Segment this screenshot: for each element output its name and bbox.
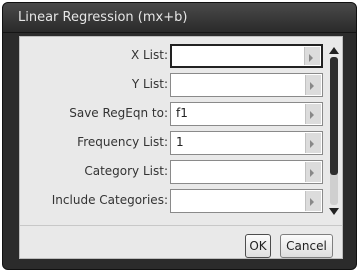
category-list-dropdown-button[interactable] (305, 162, 321, 182)
y-list-field[interactable] (170, 73, 323, 97)
chevron-right-icon (310, 82, 314, 90)
include-categories-row: Include Categories: (20, 188, 326, 214)
category-list-label: Category List: (84, 164, 168, 178)
chevron-right-icon (310, 140, 314, 148)
save-regeqn-value: f1 (176, 106, 188, 120)
save-regeqn-dropdown-button[interactable] (305, 104, 321, 124)
scrollbar-track[interactable] (330, 57, 338, 205)
frequency-list-row: Frequency List: 1 (20, 130, 326, 156)
save-regeqn-row: Save RegEqn to: f1 (20, 101, 326, 127)
frequency-list-dropdown-button[interactable] (305, 133, 321, 153)
button-bar: OK Cancel (20, 225, 342, 258)
y-list-label: Y List: (131, 77, 168, 91)
include-categories-dropdown-button[interactable] (305, 191, 321, 211)
y-list-dropdown-button[interactable] (305, 75, 321, 95)
save-regeqn-label: Save RegEqn to: (69, 106, 168, 120)
x-list-row: X List: (20, 43, 326, 69)
y-list-row: Y List: (20, 72, 326, 98)
chevron-right-icon (310, 169, 314, 177)
save-regeqn-field[interactable]: f1 (170, 102, 323, 126)
linear-regression-dialog: Linear Regression (mx+b) X List: Y List:… (2, 2, 357, 270)
dialog-body: X List: Y List: Save RegEqn to: f1 Frequ… (19, 36, 343, 259)
x-list-field[interactable] (170, 44, 323, 68)
x-list-label: X List: (130, 48, 168, 62)
include-categories-field[interactable] (170, 189, 323, 213)
chevron-right-icon (310, 111, 314, 119)
form-area: X List: Y List: Save RegEqn to: f1 Frequ… (20, 43, 326, 221)
category-list-field[interactable] (170, 160, 323, 184)
chevron-right-icon (309, 54, 313, 62)
include-categories-label: Include Categories: (51, 193, 168, 207)
ok-button[interactable]: OK (245, 234, 271, 258)
title-bar[interactable]: Linear Regression (mx+b) (3, 3, 356, 33)
vertical-scrollbar[interactable] (328, 45, 341, 217)
cancel-button[interactable]: Cancel (280, 234, 333, 258)
category-list-row: Category List: (20, 159, 326, 185)
scrollbar-thumb[interactable] (330, 57, 338, 175)
frequency-list-label: Frequency List: (77, 135, 168, 149)
x-list-dropdown-button[interactable] (304, 47, 320, 65)
frequency-list-value: 1 (176, 135, 184, 149)
arrow-up-icon[interactable] (329, 47, 339, 54)
frequency-list-field[interactable]: 1 (170, 131, 323, 155)
chevron-right-icon (310, 198, 314, 206)
arrow-down-icon[interactable] (329, 208, 339, 215)
dialog-title: Linear Regression (mx+b) (18, 10, 188, 25)
